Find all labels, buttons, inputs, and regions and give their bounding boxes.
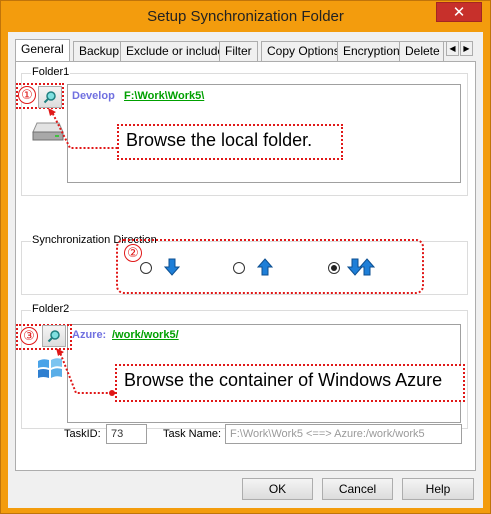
folder2-callout-connector — [56, 348, 118, 394]
folder1-callout-text: Browse the local folder. — [126, 130, 313, 150]
arrow-up-icon — [257, 258, 273, 276]
folder2-callout: Browse the container of Windows Azure — [115, 364, 465, 402]
folder1-path-label: Develop — [72, 90, 115, 102]
tab-filter[interactable]: Filter — [219, 41, 258, 61]
help-button[interactable]: Help — [402, 478, 474, 500]
dialog-client-area: General Backup Exclude or include Filter… — [8, 32, 483, 508]
folder1-group-label: Folder1 — [31, 66, 71, 78]
tab-strip: General Backup Exclude or include Filter… — [15, 39, 447, 61]
arrow-both-icon — [347, 258, 375, 276]
magnifier-icon — [43, 91, 56, 104]
tab-delete[interactable]: Delete — [399, 41, 446, 61]
task-id-label: TaskID: — [64, 428, 101, 440]
general-tab-panel: Folder1 ① Develop F:\Work\Work5\ Browse … — [15, 61, 476, 471]
tab-exclude-or-include[interactable]: Exclude or include — [120, 41, 231, 61]
tab-general[interactable]: General — [15, 39, 70, 61]
folder1-callout: Browse the local folder. — [117, 124, 343, 160]
tab-scroll-right-icon[interactable]: ▶ — [460, 41, 473, 56]
task-row — [21, 440, 468, 468]
dialog-window: Setup Synchronization Folder ✕ General B… — [0, 0, 491, 514]
folder1-callout-connector — [48, 108, 120, 149]
task-id-field[interactable]: 73 — [106, 424, 147, 444]
radio-direction-up[interactable] — [233, 262, 245, 274]
tab-scroll-left-icon[interactable]: ◀ — [446, 41, 459, 56]
task-name-label: Task Name: — [163, 428, 222, 440]
window-title: Setup Synchronization Folder — [147, 8, 344, 25]
tab-copy-options[interactable]: Copy Options — [261, 41, 346, 61]
arrow-down-icon — [164, 258, 180, 276]
folder1-path-value: F:\Work\Work5\ — [124, 90, 205, 102]
ok-button[interactable]: OK — [242, 478, 313, 500]
folder2-callout-text: Browse the container of Windows Azure — [124, 370, 443, 390]
folder2-step-badge: ③ — [20, 327, 38, 345]
task-name-field[interactable]: F:\Work\Work5 <==> Azure:/work/work5 — [225, 424, 462, 444]
sync-direction-step-badge: ② — [124, 244, 142, 262]
folder1-browse-button[interactable] — [38, 86, 62, 108]
radio-direction-down[interactable] — [140, 262, 152, 274]
folder1-step-badge: ① — [18, 86, 36, 104]
title-bar[interactable]: Setup Synchronization Folder ✕ — [1, 1, 490, 33]
tab-encryption[interactable]: Encryption — [337, 41, 406, 61]
magnifier-icon — [47, 330, 60, 343]
cancel-button[interactable]: Cancel — [322, 478, 393, 500]
folder2-path-label: Azure: — [72, 329, 107, 341]
tab-backup[interactable]: Backup — [73, 41, 126, 61]
close-button[interactable]: ✕ — [436, 2, 482, 22]
radio-direction-both[interactable] — [328, 262, 340, 274]
folder2-browse-button[interactable] — [42, 325, 66, 347]
folder2-path-value: /work/work5/ — [112, 329, 179, 341]
folder2-group-label: Folder2 — [31, 303, 71, 315]
